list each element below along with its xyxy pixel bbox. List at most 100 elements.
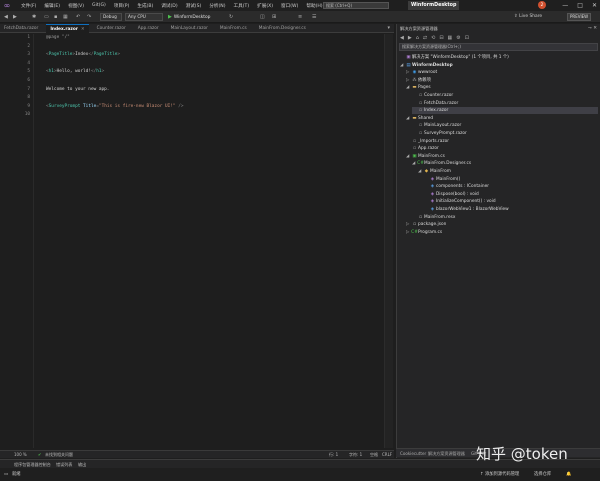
tree-node[interactable]: ◈ InitializeComponent() : void xyxy=(424,198,496,205)
maximize-button[interactable]: □ xyxy=(577,0,583,11)
editor-tab-label: MainFrom.Designer.cs xyxy=(258,26,306,31)
undo-icon[interactable]: ↶ xyxy=(76,13,80,21)
tree-node[interactable]: ▫ SurveyPrompt.razor xyxy=(412,130,467,137)
tree-node[interactable]: ▫ Index.razor xyxy=(412,107,598,115)
tab-overflow-icon[interactable]: ▾ xyxy=(387,24,390,33)
tab-cookiecutter[interactable]: Cookiecutter xyxy=(400,449,426,458)
platform-select[interactable]: Any CPU xyxy=(125,13,163,21)
tree-node[interactable]: ▷ ◉ wwwroot xyxy=(406,69,437,76)
editor-tab[interactable]: FetchData.razor xyxy=(0,24,42,33)
tree-node-label: Dispose(bool) : void xyxy=(436,191,479,197)
add-to-source-control[interactable]: ↑ 添加到源代码管理 xyxy=(480,470,519,479)
line-number: 8 xyxy=(27,95,30,101)
tree-node[interactable]: ◢ ▤WinformDesktop xyxy=(400,62,453,69)
tree-node[interactable]: ◈ components : IContainer xyxy=(424,183,489,190)
tree-node[interactable]: ▫ Counter.razor xyxy=(412,92,453,99)
issues-status[interactable]: 未找到相关问题 xyxy=(45,451,73,459)
forward-icon[interactable]: ▶ xyxy=(408,35,412,41)
menu-item[interactable]: 扩展(X) xyxy=(253,3,277,9)
preview-selected-icon[interactable]: ⊡ xyxy=(465,35,469,41)
switch-views-icon[interactable]: ⇄ xyxy=(423,35,427,41)
tree-node[interactable]: ▷ ⁂依赖项 xyxy=(406,77,431,84)
search-box[interactable]: 搜索 (Ctrl+Q) xyxy=(323,2,389,9)
editor-scrollbar[interactable] xyxy=(384,34,393,448)
tree-node-icon: ▫ xyxy=(419,214,422,220)
menu-item[interactable]: Git(G) xyxy=(88,3,110,9)
properties-icon[interactable]: ⚙ xyxy=(456,35,460,41)
menu-item[interactable]: 视图(V) xyxy=(64,3,88,9)
close-tab-icon[interactable]: ✕ xyxy=(81,27,85,32)
editor-tab[interactable]: Counter.razor xyxy=(93,24,130,33)
menu-item[interactable]: 生成(B) xyxy=(133,3,157,9)
new-item-icon[interactable]: ✱ xyxy=(32,13,36,21)
back-icon[interactable]: ◀ xyxy=(4,13,8,21)
editor-tab[interactable]: Index.razor ✕ xyxy=(46,24,89,33)
tree-node[interactable]: ◢ ▬Shared xyxy=(406,115,433,122)
menu-item[interactable]: 文件(F) xyxy=(17,3,40,9)
panel-close-icon[interactable]: ✕ xyxy=(593,26,597,31)
tree-node-icon: ◈ xyxy=(430,176,435,182)
tree-node[interactable]: ◢ ▬Pages xyxy=(406,84,431,91)
configuration-select[interactable]: Debug xyxy=(100,13,122,21)
tree-node[interactable]: ◈ Dispose(bool) : void xyxy=(424,191,479,198)
menu-item[interactable]: 分析(N) xyxy=(205,3,229,9)
tree-node[interactable]: ◈ MainFrom() xyxy=(424,176,460,183)
toolbar-icon-a[interactable]: ◫ xyxy=(260,13,265,21)
tree-node[interactable]: ◢ ◆ MainFrom xyxy=(418,168,451,175)
menu-item[interactable]: 工具(T) xyxy=(230,3,254,9)
whitespace-mode[interactable]: 空格 xyxy=(370,451,378,459)
pin-icon[interactable]: ⊸ xyxy=(588,26,592,31)
tree-node[interactable]: ▫ FetchData.razor xyxy=(412,100,458,107)
sync-icon[interactable]: ⟲ xyxy=(431,35,435,41)
editor-tab[interactable]: MainFrom.cs xyxy=(216,24,251,33)
tree-node[interactable]: ◢ ▣MainFrom.cs xyxy=(406,153,445,160)
home-icon[interactable]: ⌂ xyxy=(416,35,419,41)
solution-search-input[interactable]: 搜索解决方案资源管理器(Ctrl+;) xyxy=(399,43,598,51)
forward-icon[interactable]: ▶ xyxy=(13,13,17,21)
start-debug-button[interactable]: ▶ WinformDesktop xyxy=(168,13,210,21)
line-number: 3 xyxy=(27,52,30,58)
preview-button[interactable]: PREVIEW xyxy=(567,13,592,21)
menu-item[interactable]: 窗口(W) xyxy=(277,3,302,9)
show-all-files-icon[interactable]: ▦ xyxy=(448,35,453,41)
toolbar-icon-b[interactable]: ⊞ xyxy=(272,13,276,21)
redo-icon[interactable]: ↷ xyxy=(87,13,91,21)
toolbar-icon-c[interactable]: ≡ xyxy=(298,13,302,21)
code-editor[interactable]: 1 @page "/" 2 3 <PageTitle>Index</PageTitle>… xyxy=(0,34,394,448)
tree-node[interactable]: ▷ C#Program.cs xyxy=(406,229,442,236)
tree-node[interactable]: ▫ MainLayout.razor xyxy=(412,122,461,129)
minimize-button[interactable]: — xyxy=(562,0,568,11)
tree-node[interactable]: ▷ ▫ package.json xyxy=(406,221,446,228)
bell-icon[interactable]: 🔔 xyxy=(566,470,571,479)
save-all-icon[interactable]: ▦ xyxy=(63,13,68,21)
tree-node[interactable]: ▫ MainFrom.resx xyxy=(412,214,455,221)
tree-node[interactable]: ◈ blazorWebView1 : BlazorWebView xyxy=(424,206,509,213)
menu-item[interactable]: 测试(S) xyxy=(182,3,206,9)
editor-tab[interactable]: MainFrom.Designer.cs xyxy=(255,24,310,33)
live-share-button[interactable]: ⇪ Live Share xyxy=(514,13,542,21)
tree-node[interactable]: ▣解决方案 "WinformDesktop" (1 个项目, 共 1 个) xyxy=(400,54,509,61)
notification-badge[interactable]: 2 xyxy=(538,1,546,9)
menu-item[interactable]: 调试(D) xyxy=(157,3,181,9)
select-repository[interactable]: 选择仓库 xyxy=(534,470,551,479)
tree-node[interactable]: ◢ C#MainFrom.Designer.cs xyxy=(412,160,471,167)
save-icon[interactable]: ▪ xyxy=(54,13,57,21)
tab-solution-explorer[interactable]: 解决方案资源管理器 xyxy=(428,449,465,458)
panel-controls: ⊸ ✕ xyxy=(588,24,597,33)
toolbar-icon-d[interactable]: ☰ xyxy=(312,13,316,21)
tree-node[interactable]: ▫ _Imports.razor xyxy=(406,138,449,145)
editor-tab[interactable]: MainLayout.razor xyxy=(167,24,212,33)
zoom-level[interactable]: 100 % xyxy=(14,451,27,459)
hot-reload-icon[interactable]: ↻ xyxy=(229,13,233,21)
tree-node[interactable]: ▫ App.razor xyxy=(406,145,439,152)
close-button[interactable]: ✕ xyxy=(592,0,597,11)
editor-tab[interactable]: App.razor xyxy=(134,24,163,33)
menu-item[interactable]: 项目(P) xyxy=(110,3,134,9)
solution-explorer: 解决方案资源管理器 ⊸ ✕ ◀ ▶ ⌂ ⇄ ⟲ ⊟ ▦ ⚙ ⊡ 搜索解决方案资源… xyxy=(396,24,600,458)
open-icon[interactable]: ▭ xyxy=(44,13,49,21)
back-icon[interactable]: ◀ xyxy=(400,35,404,41)
tree-node-label: 解决方案 "WinformDesktop" (1 个项目, 共 1 个) xyxy=(412,55,509,60)
menu-item[interactable]: 编辑(E) xyxy=(40,3,64,9)
line-ending[interactable]: CRLF xyxy=(382,451,392,459)
collapse-all-icon[interactable]: ⊟ xyxy=(439,35,443,41)
